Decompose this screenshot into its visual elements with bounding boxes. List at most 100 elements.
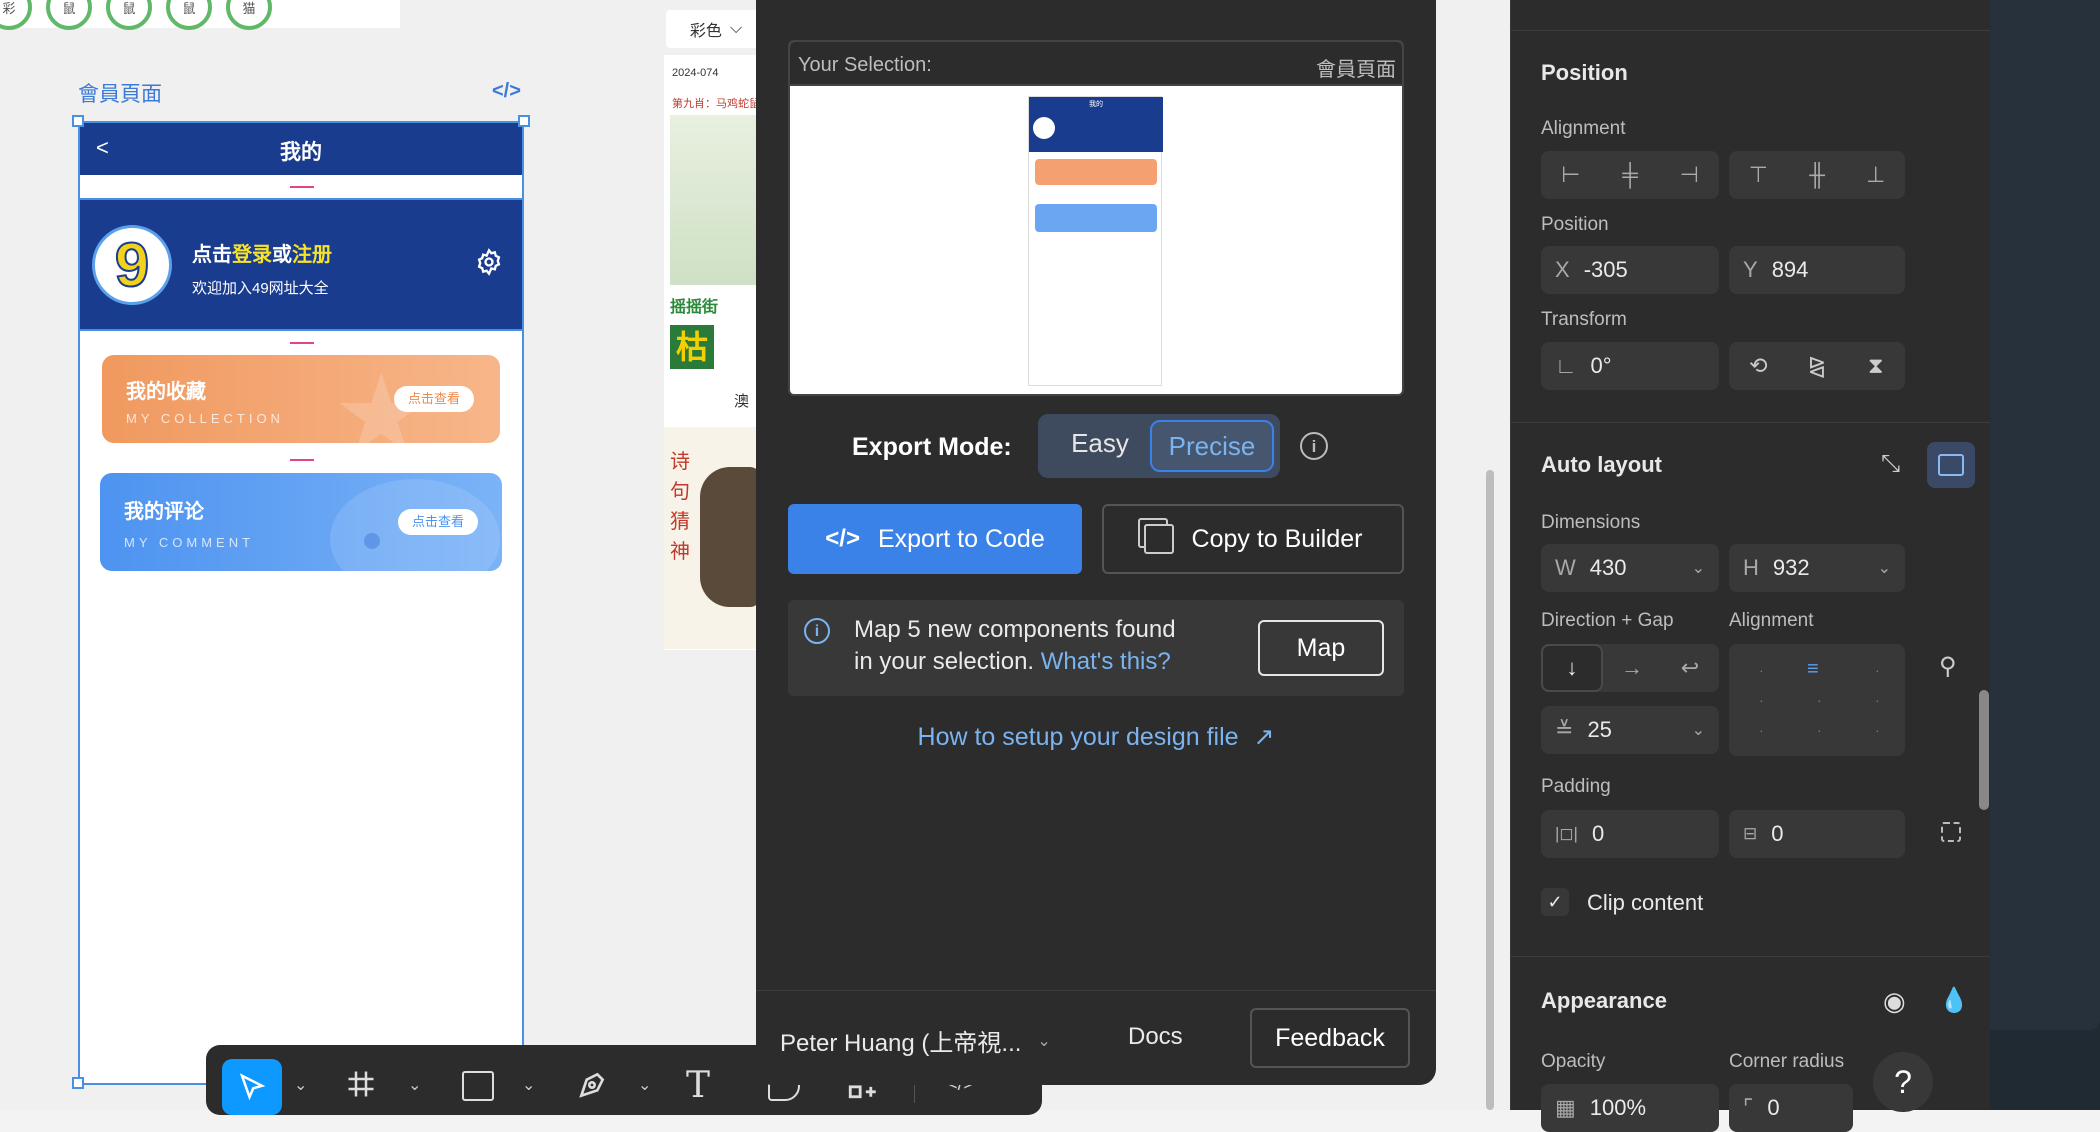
gap-field[interactable]: ≚ 25 ⌄ xyxy=(1541,706,1719,754)
chevron-down-icon[interactable]: ⌄ xyxy=(294,1075,307,1095)
autolayout-title: Auto layout xyxy=(1541,452,1662,477)
user-menu[interactable]: Peter Huang (上帝視... ⌄ xyxy=(780,1023,1051,1058)
avatar-number: 9 xyxy=(114,230,151,301)
flip-vertical-icon[interactable]: ⧗ xyxy=(1846,342,1905,390)
chevron-down-icon[interactable]: ⌄ xyxy=(522,1075,535,1095)
newspaper-char: 枯 xyxy=(670,325,714,369)
arrow-right-icon[interactable]: → xyxy=(1603,644,1661,692)
collapse-icon[interactable]: ⤡ xyxy=(1881,450,1900,478)
autolayout-suggest-button[interactable] xyxy=(1927,442,1975,488)
opacity-field[interactable]: ▦ 100% xyxy=(1541,1084,1719,1132)
resize-handle[interactable] xyxy=(518,115,530,127)
drop-icon[interactable]: 💧 xyxy=(1939,986,1969,1015)
resize-handle[interactable] xyxy=(72,115,84,127)
spacer-mark xyxy=(290,459,314,461)
caise-label: 彩色 xyxy=(689,23,722,40)
layout-settings-icon[interactable]: ⚲ xyxy=(1939,652,1957,681)
card-title: 我的评论 xyxy=(124,501,204,523)
selection-label: Your Selection: xyxy=(798,54,932,76)
align-right-icon[interactable]: ⊣ xyxy=(1660,151,1719,199)
comment-card[interactable]: 我的评论 MY COMMENT 点击查看 xyxy=(100,473,502,571)
panel-scrollbar[interactable] xyxy=(1979,690,1989,810)
circle-item: 鼠 xyxy=(46,0,92,30)
bubble-dot xyxy=(364,533,380,549)
padding-vertical-field[interactable]: ⊟ 0 xyxy=(1729,810,1905,858)
setup-link[interactable]: How to setup your design file ↗ xyxy=(788,722,1404,752)
circle-item: 猫 xyxy=(226,0,272,30)
chevron-down-icon[interactable]: ⌄ xyxy=(408,1075,421,1095)
height-field[interactable]: H 932 ⌄ xyxy=(1729,544,1905,592)
help-button[interactable]: ? xyxy=(1873,1052,1933,1112)
gear-icon[interactable] xyxy=(475,248,503,281)
h-label: H xyxy=(1743,555,1759,580)
padding-horizontal-field[interactable]: |◻| 0 xyxy=(1541,810,1719,858)
chevron-down-icon: ⌄ xyxy=(1877,560,1891,577)
corner-value: 0 xyxy=(1767,1095,1780,1120)
width-field[interactable]: W 430 ⌄ xyxy=(1541,544,1719,592)
align-middle-icon[interactable]: ╫ xyxy=(1788,151,1847,199)
wrap-icon[interactable]: ↩ xyxy=(1661,644,1719,692)
clip-content-label: Clip content xyxy=(1587,890,1704,915)
feedback-button[interactable]: Feedback xyxy=(1250,1008,1410,1068)
collection-card[interactable]: ★ 我的收藏 MY COLLECTION 点击查看 xyxy=(102,355,500,443)
copy-to-builder-button[interactable]: Copy to Builder xyxy=(1102,504,1404,574)
export-to-code-button[interactable]: </> Export to Code xyxy=(788,504,1082,574)
resize-handle[interactable] xyxy=(72,1077,84,1089)
chevron-down-icon[interactable]: ⌄ xyxy=(638,1075,651,1095)
text-tool-icon[interactable]: T xyxy=(686,1065,710,1106)
user-card[interactable]: 9 点击登录或注册 欢迎加入49网址大全 xyxy=(78,198,524,331)
frame-tool-icon[interactable] xyxy=(346,1069,376,1104)
avatar[interactable]: 9 xyxy=(92,225,172,305)
login-line[interactable]: 点击登录或注册 xyxy=(192,238,332,267)
dimensions-label: Dimensions xyxy=(1541,512,1641,533)
flip-horizontal-icon[interactable]: ⧎ xyxy=(1788,342,1847,390)
spacer-mark xyxy=(290,342,314,344)
alignment-grid[interactable]: · ≡ · · · · · · · xyxy=(1729,644,1905,756)
arrow-down-icon[interactable]: ↓ xyxy=(1541,644,1603,692)
newspaper-heading: 摇摇街 xyxy=(670,299,719,316)
docs-link[interactable]: Docs xyxy=(1128,1023,1183,1051)
align-center-icon[interactable]: ╪ xyxy=(1600,151,1659,199)
align-bottom-icon[interactable]: ⊥ xyxy=(1846,151,1905,199)
plugin-window: Your Selection: 會員頁面 我的 Export Mode: Eas… xyxy=(756,0,1436,1085)
frame-title[interactable]: 會員頁面 xyxy=(78,78,162,108)
direction-group: ↓ → ↩ xyxy=(1541,644,1719,692)
pad-v-value: 0 xyxy=(1771,821,1784,846)
individual-padding-icon[interactable] xyxy=(1941,822,1961,842)
clip-content-checkbox[interactable]: ✓ xyxy=(1541,888,1569,916)
mode-precise-button[interactable]: Precise xyxy=(1150,420,1274,472)
whats-this-link[interactable]: What's this? xyxy=(1041,648,1171,675)
move-tool-button[interactable] xyxy=(222,1059,282,1115)
rectangle-tool-icon[interactable] xyxy=(462,1071,494,1101)
phone-frame[interactable]: < 我的 9 点击登录或注册 欢迎加入49网址大全 ★ 我的收藏 MY COLL… xyxy=(78,121,524,1085)
opacity-icon: ▦ xyxy=(1555,1095,1576,1120)
corner-radius-field[interactable]: ⌜ 0 xyxy=(1729,1084,1853,1132)
view-button[interactable]: 点击查看 xyxy=(398,509,478,535)
user-name: Peter Huang (上帝視... xyxy=(780,1030,1022,1057)
layout-check-icon xyxy=(1938,454,1964,476)
newspaper-char: 神 xyxy=(670,541,690,563)
code-icon[interactable]: </> xyxy=(492,80,521,103)
pen-tool-icon[interactable] xyxy=(576,1069,608,1106)
map-button[interactable]: Map xyxy=(1258,620,1384,676)
y-field[interactable]: Y 894 xyxy=(1729,246,1905,294)
rotation-field[interactable]: ∟ 0° xyxy=(1541,342,1719,390)
register-link[interactable]: 注册 xyxy=(292,244,332,266)
position-title: Position xyxy=(1541,60,1628,85)
x-label: X xyxy=(1555,257,1570,282)
newspaper-char: 澳 xyxy=(734,393,750,410)
canvas-scrollbar[interactable] xyxy=(1486,470,1494,1110)
x-field[interactable]: X -305 xyxy=(1541,246,1719,294)
eye-icon[interactable]: ◉ xyxy=(1883,986,1906,1017)
caise-dropdown[interactable]: 彩色 ⌵ xyxy=(666,10,766,48)
info-icon[interactable]: i xyxy=(1300,432,1328,460)
login-link[interactable]: 登录 xyxy=(232,244,272,266)
view-button[interactable]: 点击查看 xyxy=(394,386,474,412)
align-left-icon[interactable]: ⊢ xyxy=(1541,151,1600,199)
rotate-icon[interactable]: ⟲ xyxy=(1729,342,1788,390)
align-top-icon[interactable]: ⊤ xyxy=(1729,151,1788,199)
phone-title: 我的 xyxy=(280,141,322,164)
mode-easy-button[interactable]: Easy xyxy=(1050,428,1150,459)
footer-divider xyxy=(756,990,1436,991)
padding-v-icon: ⊟ xyxy=(1743,824,1758,843)
